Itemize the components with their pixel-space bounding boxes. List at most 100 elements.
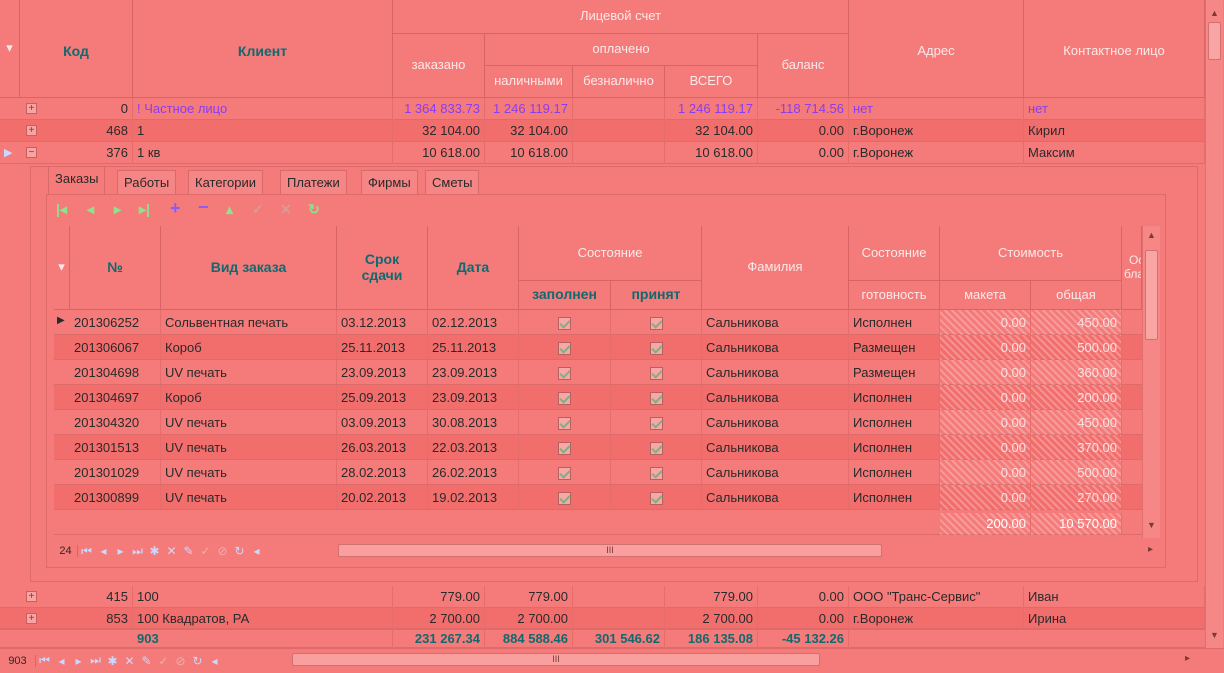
order-accepted-checkbox[interactable]: [611, 435, 702, 460]
tab-orders[interactable]: Заказы: [48, 166, 106, 194]
main-nav-prev-icon[interactable]: ◂: [53, 654, 70, 668]
row-indicator-header[interactable]: ▾: [0, 0, 20, 98]
tab-payments[interactable]: Платежи: [280, 170, 347, 194]
main-scroll-down-icon[interactable]: ▼: [1210, 630, 1219, 640]
col-header-contact[interactable]: Контактное лицо: [1024, 0, 1205, 98]
tab-firms[interactable]: Фирмы: [361, 170, 418, 194]
tab-estimates[interactable]: Сметы: [425, 170, 480, 194]
main-scroll-up-icon[interactable]: ▲: [1210, 8, 1219, 18]
nav-refresh-icon[interactable]: ↻: [231, 544, 248, 558]
order-filled-checkbox[interactable]: [519, 410, 611, 435]
post-record-icon[interactable]: ✓: [252, 201, 264, 218]
detail-horizontal-scrollbar[interactable]: III ▸: [334, 542, 1164, 560]
detail-col-extra[interactable]: Осн бланк: [1122, 226, 1142, 310]
detail-col-num[interactable]: №: [70, 226, 161, 310]
order-row[interactable]: 201300899 UV печать 20.02.2013 19.02.2013 Са…: [54, 485, 1142, 510]
order-row[interactable]: 201306067 Короб 25.11.2013 25.11.2013 Сальни…: [54, 335, 1142, 360]
col-header-kod[interactable]: Код: [20, 0, 133, 98]
order-filled-checkbox[interactable]: [519, 335, 611, 360]
main-hscroll-right-icon[interactable]: ▸: [1185, 653, 1190, 664]
nav-last-icon[interactable]: ⏭: [129, 544, 146, 559]
scroll-up-icon[interactable]: ▲: [1147, 230, 1156, 240]
order-row[interactable]: ▶ 201306252 Сольвентная печать 03.12.2013 02…: [54, 310, 1142, 335]
expand-icon[interactable]: +: [26, 125, 37, 136]
hscroll-left-icon[interactable]: ◂: [248, 544, 265, 558]
scroll-down-icon[interactable]: ▼: [1147, 520, 1156, 530]
order-row[interactable]: 201301029 UV печать 28.02.2013 26.02.2013 Са…: [54, 460, 1142, 485]
main-vscroll-thumb[interactable]: [1208, 22, 1221, 60]
detail-col-type[interactable]: Вид заказа: [161, 226, 337, 310]
detail-hscroll-thumb[interactable]: III: [338, 544, 882, 557]
order-filled-checkbox[interactable]: [519, 485, 611, 510]
edit-record-icon[interactable]: ▴: [226, 201, 233, 218]
tab-works[interactable]: Работы: [117, 170, 177, 194]
order-row[interactable]: 201304697 Короб 25.09.2013 23.09.2013 Сальни…: [54, 385, 1142, 410]
order-filled-checkbox[interactable]: [519, 360, 611, 385]
col-header-ordered[interactable]: заказано: [393, 34, 485, 98]
detail-col-surname[interactable]: Фамилия: [702, 226, 849, 310]
nav-cancel-icon[interactable]: ⊘: [214, 544, 231, 558]
expand-icon[interactable]: +: [26, 613, 37, 624]
detail-vertical-scrollbar[interactable]: ▲ ▼: [1142, 226, 1160, 538]
order-filled-checkbox[interactable]: [519, 385, 611, 410]
main-hscroll-left-icon[interactable]: ◂: [206, 654, 223, 668]
col-header-balance[interactable]: баланс: [758, 34, 849, 98]
order-accepted-checkbox[interactable]: [611, 385, 702, 410]
refresh-icon[interactable]: ↻: [308, 201, 320, 218]
main-nav-refresh-icon[interactable]: ↻: [189, 654, 206, 668]
order-accepted-checkbox[interactable]: [611, 335, 702, 360]
order-row[interactable]: 201304698 UV печать 23.09.2013 23.09.2013 Са…: [54, 360, 1142, 385]
order-row[interactable]: 201304320 UV печать 03.09.2013 30.08.2013 Са…: [54, 410, 1142, 435]
main-nav-edit-icon[interactable]: ✎: [138, 654, 155, 668]
col-header-client[interactable]: Клиент: [133, 0, 393, 98]
order-accepted-checkbox[interactable]: [611, 410, 702, 435]
main-nav-cancel-icon[interactable]: ⊘: [172, 654, 189, 668]
collapse-icon[interactable]: −: [26, 147, 37, 158]
table-row[interactable]: +415 100 779.00 779.00 779.00 0.00 ООО "Транс-…: [0, 586, 1205, 608]
nav-prev-icon[interactable]: ◂: [95, 544, 112, 558]
main-vertical-scrollbar[interactable]: ▲ ▼: [1205, 0, 1223, 648]
main-nav-insert-icon[interactable]: ✱: [104, 654, 121, 668]
table-row[interactable]: +853 100 Квадратов, РА 2 700.00 2 700.00 2 7…: [0, 608, 1205, 630]
table-row[interactable]: +468 1 32 104.00 32 104.00 32 104.00 0.00 г.Во…: [0, 120, 1205, 142]
nav-edit-icon[interactable]: ✎: [180, 544, 197, 558]
col-header-noncash[interactable]: безналично: [573, 66, 665, 98]
table-row[interactable]: ▶ −376 1 кв 10 618.00 10 618.00 10 618.00 0.00…: [0, 142, 1205, 164]
order-row[interactable]: 201301513 UV печать 26.03.2013 22.03.2013 Са…: [54, 435, 1142, 460]
main-nav-delete-icon[interactable]: ✕: [121, 654, 138, 668]
order-accepted-checkbox[interactable]: [611, 485, 702, 510]
order-accepted-checkbox[interactable]: [611, 460, 702, 485]
detail-col-layout[interactable]: макета: [940, 281, 1031, 310]
first-record-icon[interactable]: |◂: [56, 201, 67, 218]
order-filled-checkbox[interactable]: [519, 435, 611, 460]
detail-col-overall[interactable]: общая: [1031, 281, 1122, 310]
order-filled-checkbox[interactable]: [519, 460, 611, 485]
nav-first-icon[interactable]: ⏮: [78, 544, 95, 559]
main-nav-last-icon[interactable]: ⏭: [87, 653, 104, 668]
detail-col-readiness[interactable]: готовность: [849, 281, 940, 310]
order-accepted-checkbox[interactable]: [611, 360, 702, 385]
expand-icon[interactable]: +: [26, 103, 37, 114]
main-horizontal-scrollbar[interactable]: III ▸: [290, 651, 1200, 669]
nav-next-icon[interactable]: ▸: [112, 544, 129, 558]
main-nav-post-icon[interactable]: ✓: [155, 654, 172, 668]
nav-insert-icon[interactable]: ✱: [146, 544, 163, 558]
add-record-icon[interactable]: +: [170, 198, 181, 219]
expand-icon[interactable]: +: [26, 591, 37, 602]
next-record-icon[interactable]: ▸: [114, 201, 121, 218]
hscroll-right-icon[interactable]: ▸: [1148, 544, 1153, 555]
cancel-record-icon[interactable]: ✕: [280, 201, 292, 218]
detail-vscroll-thumb[interactable]: [1145, 250, 1158, 340]
col-header-address[interactable]: Адрес: [849, 0, 1024, 98]
last-record-icon[interactable]: ▸|: [139, 201, 150, 218]
detail-col-due[interactable]: Срок сдачи: [337, 226, 428, 310]
col-header-total[interactable]: ВСЕГО: [665, 66, 758, 98]
main-hscroll-thumb[interactable]: III: [292, 653, 820, 666]
order-filled-checkbox[interactable]: [519, 310, 611, 335]
detail-col-filled[interactable]: заполнен: [519, 281, 611, 310]
detail-col-accepted[interactable]: принят: [611, 281, 702, 310]
delete-record-icon[interactable]: −: [198, 197, 209, 218]
detail-col-date[interactable]: Дата: [428, 226, 519, 310]
nav-delete-icon[interactable]: ✕: [163, 544, 180, 558]
main-nav-first-icon[interactable]: ⏮: [36, 653, 53, 668]
